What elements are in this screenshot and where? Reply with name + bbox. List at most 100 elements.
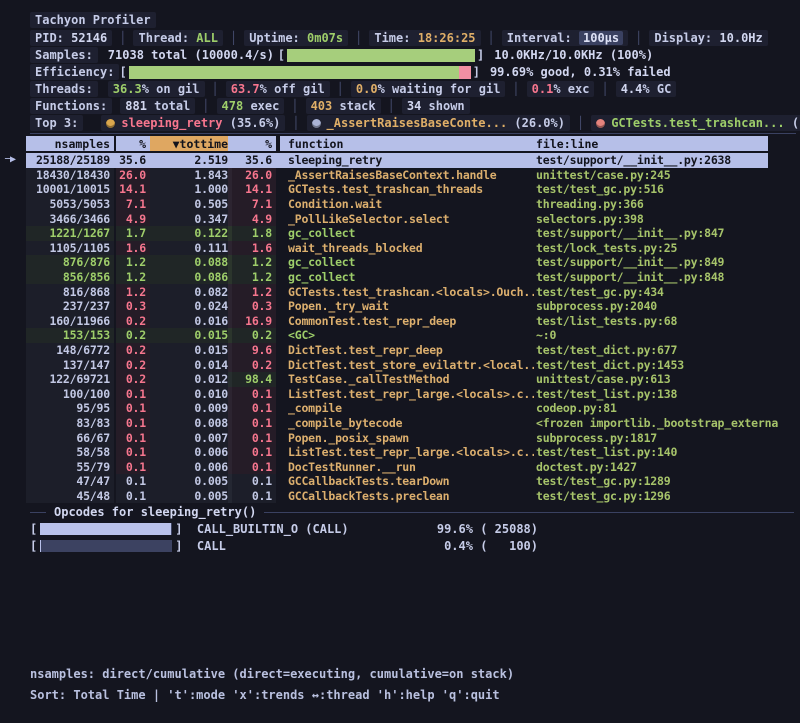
cell-tot: 0.005 bbox=[150, 474, 232, 489]
table-row[interactable]: 58/580.10.0060.1ListTest.test_repr_large… bbox=[0, 445, 800, 460]
cell-p1: 1.2 bbox=[116, 255, 150, 270]
cell-tot: 0.086 bbox=[150, 270, 232, 285]
thread-stat-value: 0.1 bbox=[532, 82, 554, 96]
cell-tot: 0.347 bbox=[150, 211, 232, 226]
cell-fn: _PollLikeSelector.select bbox=[288, 211, 534, 226]
column-header-file-line[interactable]: file:line bbox=[536, 136, 768, 151]
status-item-value: 52146 bbox=[71, 31, 107, 45]
table-row[interactable]: 3466/34664.90.3474.9_PollLikeSelector.se… bbox=[0, 211, 800, 226]
efficiency-bar bbox=[129, 66, 471, 79]
cell-ns: 55/79 bbox=[26, 459, 114, 474]
cell-ns: 122/69721 bbox=[26, 372, 114, 387]
status-item-label: Interval: bbox=[507, 31, 579, 45]
table-row[interactable]: 95/950.10.0090.1_compilecodeop.py:81 bbox=[0, 401, 800, 416]
samples-line: Samples: 71038 total (10000.4/s) [ ] 10.… bbox=[30, 47, 653, 63]
table-row[interactable]: 148/67720.20.0159.6DictTest.test_repr_de… bbox=[0, 343, 800, 358]
tachyon-profiler-window: Tachyon Profiler PID: 52146│Thread: ALL│… bbox=[0, 0, 800, 723]
cell-ns: 137/147 bbox=[26, 357, 114, 372]
cell-ns: 5053/5053 bbox=[26, 197, 114, 212]
opcode-bar bbox=[40, 540, 172, 552]
cell-p1: 26.0 bbox=[116, 168, 150, 183]
table-row[interactable]: 18430/1843026.01.84326.0_AssertRaisesBas… bbox=[0, 168, 800, 183]
thread-stat-suffix: % on gil bbox=[142, 82, 200, 96]
top3-entry-percent: (14.1%) bbox=[785, 116, 800, 130]
cell-fn: gc_collect bbox=[288, 255, 534, 270]
cell-ns: 47/47 bbox=[26, 474, 114, 489]
table-row[interactable]: 55/790.10.0060.1DocTestRunner.__rundocte… bbox=[0, 459, 800, 474]
cell-file: threading.py:366 bbox=[536, 197, 800, 212]
separator: │ bbox=[292, 116, 299, 130]
cell-p2: 0.1 bbox=[228, 430, 276, 445]
cell-ns: 100/100 bbox=[26, 387, 114, 402]
cell-p1: 1.7 bbox=[116, 226, 150, 241]
table-row[interactable]: 66/670.10.0070.1Popen._posix_spawnsubpro… bbox=[0, 430, 800, 445]
thread-stat: 63.7% off gil bbox=[226, 81, 330, 97]
column-header-function[interactable]: function bbox=[280, 136, 536, 151]
cell-ns: 3466/3466 bbox=[26, 211, 114, 226]
status-item: Uptime: 0m07s bbox=[244, 30, 348, 46]
table-row[interactable]: 856/8561.20.0861.2gc_collecttest/support… bbox=[0, 270, 800, 285]
cell-file: test/test_list.py:138 bbox=[536, 387, 800, 402]
opcode-row: [] CALL_BUILTIN_O (CALL)99.6% ( 25088) bbox=[30, 521, 349, 536]
table-row[interactable]: 816/8681.20.0821.2GCTests.test_trashcan.… bbox=[0, 284, 800, 299]
thread-stat-value: 63.7 bbox=[231, 82, 260, 96]
cell-fn: DictTest.test_store_evilattr.<local... bbox=[288, 357, 534, 372]
table-row[interactable]: 47/470.10.0050.1GCCallbackTests.tearDown… bbox=[0, 474, 800, 489]
cell-tot: 1.843 bbox=[150, 168, 232, 183]
cell-file: test/support/__init__.py:849 bbox=[536, 255, 800, 270]
column-header-tottime-sorted[interactable]: ▼tottime bbox=[150, 136, 232, 151]
cell-file: codeop.py:81 bbox=[536, 401, 800, 416]
opcode-bar bbox=[40, 523, 172, 535]
cell-tot: 0.005 bbox=[150, 489, 232, 504]
cell-fn: gc_collect bbox=[288, 226, 534, 241]
cell-file: test/test_gc.py:1289 bbox=[536, 474, 800, 489]
table-row[interactable]: 153/1530.20.0150.2<GC>~:0 bbox=[0, 328, 800, 343]
footer-legend: nsamples: direct/cumulative (direct=exec… bbox=[30, 666, 514, 682]
top3-label: Top 3: bbox=[35, 116, 78, 130]
table-row[interactable]: 1221/12671.70.1221.8gc_collecttest/suppo… bbox=[0, 226, 800, 241]
table-row[interactable]: 237/2370.30.0240.3Popen._try_waitsubproc… bbox=[0, 299, 800, 314]
cell-ns: 816/868 bbox=[26, 284, 114, 299]
table-row[interactable]: 876/8761.20.0881.2gc_collecttest/support… bbox=[0, 255, 800, 270]
cell-tot: 0.008 bbox=[150, 416, 232, 431]
cell-ns: 856/856 bbox=[26, 270, 114, 285]
cell-p2: 0.1 bbox=[228, 474, 276, 489]
table-row[interactable]: 100/1000.10.0100.1ListTest.test_repr_lar… bbox=[0, 387, 800, 402]
cell-file: doctest.py:1427 bbox=[536, 459, 800, 474]
status-item: Thread: ALL bbox=[133, 30, 222, 46]
table-row[interactable]: 137/1470.20.0140.2DictTest.test_store_ev… bbox=[0, 357, 800, 372]
footer-keybindings: Sort: Total Time | 't':mode 'x':trends ↔… bbox=[30, 687, 500, 703]
samples-bar bbox=[287, 49, 475, 62]
table-row[interactable]: 25188/2518935.62.51935.6sleeping_retryte… bbox=[0, 153, 800, 168]
top3-line: Top 3: sleeping_retry (35.6%)│_AssertRai… bbox=[30, 115, 800, 131]
cell-ns: 1105/1105 bbox=[26, 241, 114, 256]
status-item: Time: 18:26:25 bbox=[369, 30, 480, 46]
cell-p2: 16.9 bbox=[228, 314, 276, 329]
table-row[interactable]: 45/480.10.0050.1GCCallbackTests.preclean… bbox=[0, 489, 800, 504]
table-row[interactable]: 1105/11051.60.1111.6wait_threads_blocked… bbox=[0, 241, 800, 256]
opcode-stat: 99.6% ( 25088) bbox=[400, 522, 538, 536]
status-item: Interval: 100µs bbox=[502, 30, 628, 46]
cell-ns: 1221/1267 bbox=[26, 226, 114, 241]
table-row[interactable]: 122/697210.20.01298.4TestCase._callTestM… bbox=[0, 372, 800, 387]
cell-p1: 0.1 bbox=[116, 430, 150, 445]
table-row[interactable]: 5053/50537.10.5057.1Condition.waitthread… bbox=[0, 197, 800, 212]
table-row[interactable]: 160/119660.20.01616.9CommonTest.test_rep… bbox=[0, 314, 800, 329]
cell-p1: 0.3 bbox=[116, 299, 150, 314]
status-item-value: 0m07s bbox=[307, 31, 343, 45]
efficiency-bar-close: ] bbox=[473, 65, 480, 79]
cell-p2: 1.6 bbox=[228, 241, 276, 256]
column-header-percent-total[interactable]: % bbox=[116, 136, 150, 151]
column-header-percent-tot[interactable]: % bbox=[228, 136, 276, 151]
column-header-nsamples[interactable]: nsamples bbox=[26, 136, 114, 151]
cell-tot: 0.016 bbox=[150, 314, 232, 329]
cell-p1: 0.2 bbox=[116, 314, 150, 329]
table-row[interactable]: 10001/1001514.11.00014.1GCTests.test_tra… bbox=[0, 182, 800, 197]
function-stat: 403 stack bbox=[306, 98, 381, 114]
thread-stat-value: 36.3 bbox=[113, 82, 142, 96]
opcode-row: [] CALL0.4% ( 100) bbox=[30, 538, 226, 553]
separator: │ bbox=[355, 31, 362, 45]
table-row[interactable]: 83/830.10.0080.1_compile_bytecode<frozen… bbox=[0, 416, 800, 431]
opcode-bar-close: ] bbox=[175, 539, 182, 553]
status-item-label: Display: bbox=[654, 31, 719, 45]
